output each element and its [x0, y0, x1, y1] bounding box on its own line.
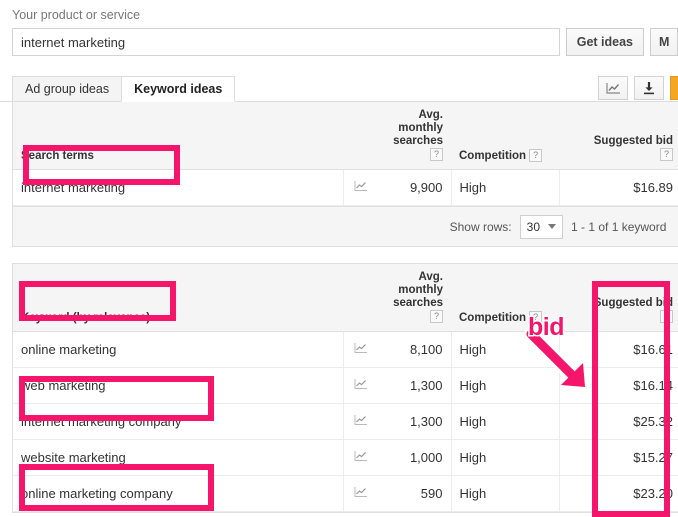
header-suggested-bid-label-2: Suggested bid: [593, 297, 673, 309]
help-icon-competition[interactable]: ?: [529, 149, 543, 162]
header-competition-2[interactable]: Competition?: [451, 264, 559, 332]
help-icon-avg-searches[interactable]: ?: [430, 148, 443, 161]
avg-monthly-searches-cell: 8,100: [373, 331, 451, 368]
search-terms-header-row: Search terms Avg. monthly searches? Comp…: [13, 102, 678, 170]
help-icon-suggested-bid-2[interactable]: ?: [660, 310, 673, 323]
keyword-cell[interactable]: online marketing company: [13, 475, 344, 512]
competition-cell: High: [450, 331, 559, 368]
help-icon-competition-2[interactable]: ?: [529, 311, 543, 324]
suggested-bid-cell: $16.14: [558, 367, 678, 404]
header-avg-line2-2: searches: [393, 297, 443, 309]
product-or-service-input[interactable]: [12, 28, 560, 56]
suggested-bid-cell: $15.27: [558, 439, 678, 476]
chevron-down-icon: [548, 224, 556, 229]
suggested-bid-cell: $25.32: [558, 403, 678, 440]
search-label: Your product or service: [12, 8, 141, 22]
show-rows-value: 30: [526, 219, 540, 234]
help-icon-avg-searches-2[interactable]: ?: [430, 310, 443, 323]
search-row: Get ideas M: [12, 28, 678, 56]
competition-cell: High: [450, 403, 559, 440]
tab-ad-group-ideas[interactable]: Ad group ideas: [12, 76, 123, 102]
keyword-cell[interactable]: website marketing: [13, 439, 344, 476]
keyword-cell[interactable]: internet marketing company: [13, 403, 344, 440]
table-row[interactable]: website marketing 1,000 High $15.27: [13, 439, 678, 476]
pager-text: 1 - 1 of 1 keyword: [571, 219, 667, 234]
table-row[interactable]: internet marketing 9,900 High $16.89: [13, 169, 678, 206]
header-avg-line1-2: Avg. monthly: [398, 271, 443, 296]
sparkline-cell[interactable]: [342, 475, 373, 512]
search-terms-body: internet marketing 9,900 High $16.89: [13, 169, 678, 206]
header-competition[interactable]: Competition?: [451, 102, 559, 170]
tab-keyword-ideas[interactable]: Keyword ideas: [121, 76, 236, 102]
search-section: Your product or service Get ideas M: [0, 0, 678, 56]
sparkline-icon: [354, 343, 367, 353]
search-terms-table: Search terms Avg. monthly searches? Comp…: [13, 102, 678, 206]
orange-action-button-truncated[interactable]: [670, 76, 678, 100]
keyword-header-row: Keyword (by relevance) Avg. monthly sear…: [13, 264, 678, 332]
header-search-terms-label: Search terms: [21, 150, 94, 162]
tab-list: Ad group ideas Keyword ideas: [12, 76, 236, 102]
sparkline-cell[interactable]: [342, 367, 373, 404]
header-competition-label: Competition: [459, 150, 527, 162]
suggested-bid-cell: $16.89: [558, 169, 678, 206]
show-rows-select[interactable]: 30: [519, 214, 563, 239]
search-term-cell[interactable]: internet marketing: [13, 169, 344, 206]
next-button-truncated[interactable]: M: [650, 28, 678, 56]
avg-monthly-searches-cell: 1,300: [373, 403, 451, 440]
keyword-ideas-panel: Keyword (by relevance) Avg. monthly sear…: [12, 263, 678, 513]
suggested-bid-cell: $16.61: [558, 331, 678, 368]
header-avg-line2: searches: [393, 135, 443, 147]
avg-monthly-searches-cell: 1,300: [373, 367, 451, 404]
avg-monthly-searches-cell: 1,000: [373, 439, 451, 476]
section-spacer: [0, 247, 678, 263]
table-row[interactable]: online marketing 8,100 High $16.61: [13, 331, 678, 368]
table-row[interactable]: internet marketing company 1,300 High $25.3…: [13, 403, 678, 440]
header-competition-label-2: Competition: [459, 312, 527, 324]
download-icon-button[interactable]: [634, 76, 664, 100]
header-avg-monthly-searches[interactable]: Avg. monthly searches?: [373, 102, 451, 170]
table-row[interactable]: web marketing 1,300 High $16.14: [13, 367, 678, 404]
competition-cell: High: [450, 439, 559, 476]
tab-strip: Ad group ideas Keyword ideas: [0, 74, 678, 102]
avg-monthly-searches-cell: 590: [373, 475, 451, 512]
sparkline-icon: [354, 487, 367, 497]
sparkline-icon: [354, 181, 367, 191]
sparkline-icon: [354, 379, 367, 389]
table-toolbar: [598, 76, 678, 100]
header-keyword-label: Keyword (by relevance): [21, 312, 151, 324]
header-avg-monthly-searches-2[interactable]: Avg. monthly searches?: [373, 264, 451, 332]
keyword-cell[interactable]: online marketing: [13, 331, 344, 368]
sparkline-icon: [354, 415, 367, 425]
help-icon-suggested-bid[interactable]: ?: [660, 148, 673, 161]
sparkline-cell[interactable]: [342, 403, 373, 440]
line-chart-icon-button[interactable]: [598, 76, 628, 100]
get-ideas-button[interactable]: Get ideas: [565, 28, 644, 56]
competition-cell: High: [450, 169, 559, 206]
keyword-cell[interactable]: web marketing: [13, 367, 344, 404]
show-rows-label: Show rows:: [449, 219, 512, 234]
show-rows-bar: Show rows: 30 1 - 1 of 1 keyword: [12, 207, 678, 247]
search-terms-panel: Search terms Avg. monthly searches? Comp…: [12, 102, 678, 207]
sparkline-cell[interactable]: [342, 439, 373, 476]
sparkline-cell[interactable]: [342, 331, 373, 368]
sparkline-icon: [354, 451, 367, 461]
line-chart-icon: [605, 82, 620, 94]
header-spark-spacer-2: [343, 264, 373, 332]
header-avg-line1: Avg. monthly: [398, 109, 443, 134]
header-keyword-by-relevance[interactable]: Keyword (by relevance): [13, 264, 343, 332]
keyword-ideas-body: online marketing 8,100 High $16.61 web marke…: [13, 331, 678, 512]
avg-monthly-searches-cell: 9,900: [373, 169, 451, 206]
sparkline-cell[interactable]: [342, 169, 373, 206]
header-suggested-bid-2[interactable]: Suggested bid ?: [559, 264, 678, 332]
header-suggested-bid[interactable]: Suggested bid ?: [559, 102, 678, 170]
suggested-bid-cell: $23.20: [558, 475, 678, 512]
table-row[interactable]: online marketing company 590 High $23.20: [13, 475, 678, 512]
download-icon: [644, 82, 654, 95]
header-search-terms[interactable]: Search terms: [13, 102, 343, 170]
header-spark-spacer: [343, 102, 373, 170]
header-suggested-bid-label: Suggested bid: [593, 135, 673, 147]
competition-cell: High: [450, 475, 559, 512]
keyword-ideas-table: Keyword (by relevance) Avg. monthly sear…: [13, 264, 678, 512]
competition-cell: High: [450, 367, 559, 404]
